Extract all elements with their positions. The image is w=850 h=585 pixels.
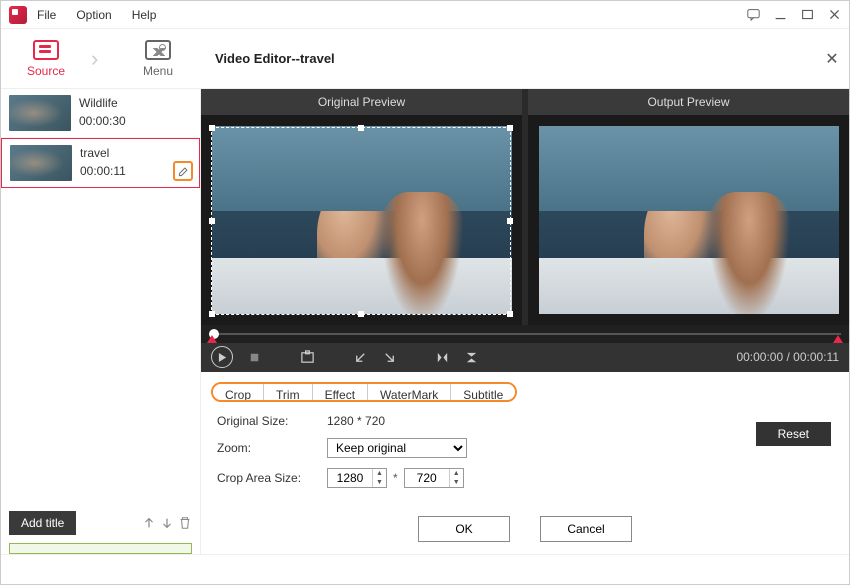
- flip-vertical-icon[interactable]: [464, 350, 479, 365]
- stop-button[interactable]: [247, 350, 262, 365]
- delete-icon[interactable]: [178, 516, 192, 530]
- video-editor: Original Preview O: [201, 89, 849, 554]
- clip-duration: 00:00:30: [79, 114, 126, 130]
- dialog-buttons: OK Cancel: [201, 510, 849, 554]
- out-marker-icon[interactable]: [833, 335, 843, 343]
- stepper-down-icon[interactable]: ▼: [373, 478, 386, 487]
- app-menu: File Option Help: [37, 8, 156, 22]
- maximize-icon[interactable]: [801, 8, 814, 21]
- tab-menu-label: Menu: [143, 64, 173, 78]
- tab-trim[interactable]: Trim: [264, 384, 313, 400]
- reset-button[interactable]: Reset: [756, 422, 831, 446]
- stepper-up-icon[interactable]: ▲: [373, 469, 386, 478]
- original-size-value: 1280 * 720: [327, 414, 385, 428]
- play-button[interactable]: [211, 346, 233, 368]
- time-current: 00:00:00: [736, 350, 783, 364]
- preview-output-label: Output Preview: [528, 89, 849, 115]
- clip-thumb-icon: [10, 145, 72, 181]
- edit-clip-button[interactable]: [173, 161, 193, 181]
- time-display: 00:00:00 / 00:00:11: [736, 350, 839, 364]
- move-down-icon[interactable]: [160, 516, 174, 530]
- snapshot-icon[interactable]: [300, 350, 315, 365]
- tab-menu[interactable]: Menu: [113, 29, 203, 88]
- crop-height-stepper[interactable]: ▲▼: [404, 468, 464, 488]
- flip-horizontal-icon[interactable]: [435, 350, 450, 365]
- stepper-up-icon[interactable]: ▲: [450, 469, 463, 478]
- clip-duration: 00:00:11: [80, 164, 126, 180]
- menu-option[interactable]: Option: [76, 8, 111, 22]
- progress-bar: [9, 543, 192, 554]
- pencil-icon: [178, 166, 189, 177]
- time-total: 00:00:11: [793, 350, 839, 364]
- clip-item[interactable]: travel 00:00:11: [1, 138, 200, 188]
- ok-button[interactable]: OK: [418, 516, 510, 542]
- zoom-select[interactable]: Keep original: [327, 438, 467, 458]
- preview-output: Output Preview: [528, 89, 849, 325]
- app-logo-icon: [9, 6, 27, 24]
- sidebar-toolbar: Add title: [1, 507, 200, 539]
- close-icon[interactable]: [828, 8, 841, 21]
- rotate-right-icon[interactable]: [382, 350, 397, 365]
- clip-list: Wildlife 00:00:30 travel 00:00:11: [1, 89, 200, 188]
- preview-row: Original Preview O: [201, 89, 849, 325]
- title-bar: File Option Help: [1, 1, 849, 29]
- preview-output-stage: [528, 115, 849, 325]
- crop-width-input[interactable]: [328, 469, 372, 487]
- move-up-icon[interactable]: [142, 516, 156, 530]
- timeline-track[interactable]: [201, 325, 849, 343]
- preview-original: Original Preview: [201, 89, 522, 325]
- bottom-bar: [1, 554, 849, 584]
- dimension-separator: *: [393, 471, 398, 485]
- sidebar: Wildlife 00:00:30 travel 00:00:11 Add ti…: [1, 89, 201, 554]
- main-area: Wildlife 00:00:30 travel 00:00:11 Add ti…: [1, 89, 849, 554]
- tab-row: Source › Menu Video Editor--travel ✕: [1, 29, 849, 89]
- crop-form: Original Size: 1280 * 720 Zoom: Keep ori…: [201, 402, 849, 510]
- crop-width-stepper[interactable]: ▲▼: [327, 468, 387, 488]
- clip-item[interactable]: Wildlife 00:00:30: [1, 89, 200, 138]
- editor-title: Video Editor--travel: [203, 29, 815, 88]
- dialog-close-icon[interactable]: ✕: [825, 49, 838, 69]
- tab-chevron-icon: ›: [91, 29, 113, 88]
- preview-original-label: Original Preview: [201, 89, 522, 115]
- minimize-icon[interactable]: [774, 8, 787, 21]
- edit-tabs: Crop Trim Effect WaterMark Subtitle: [211, 382, 517, 402]
- cancel-button[interactable]: Cancel: [540, 516, 632, 542]
- zoom-label: Zoom:: [217, 441, 327, 455]
- crop-height-input[interactable]: [405, 469, 449, 487]
- crop-handle-box[interactable]: [211, 127, 511, 315]
- menu-file[interactable]: File: [37, 8, 56, 22]
- tab-source[interactable]: Source: [1, 29, 91, 88]
- tab-subtitle[interactable]: Subtitle: [451, 384, 515, 400]
- tab-watermark[interactable]: WaterMark: [368, 384, 451, 400]
- feedback-icon[interactable]: [747, 8, 760, 21]
- source-icon: [33, 40, 59, 60]
- clip-name: travel: [80, 146, 126, 162]
- tab-source-label: Source: [27, 64, 65, 78]
- preview-image: [539, 126, 839, 314]
- in-marker-icon[interactable]: [207, 335, 217, 343]
- clip-name: Wildlife: [79, 96, 126, 112]
- menu-icon: [145, 40, 171, 60]
- tab-crop[interactable]: Crop: [213, 384, 264, 400]
- original-size-label: Original Size:: [217, 414, 327, 428]
- tab-effect[interactable]: Effect: [313, 384, 368, 400]
- window-controls: [747, 8, 841, 21]
- add-title-button[interactable]: Add title: [9, 511, 76, 535]
- player-controls: 00:00:00 / 00:00:11: [201, 343, 849, 372]
- clip-thumb-icon: [9, 95, 71, 131]
- menu-help[interactable]: Help: [132, 8, 157, 22]
- stepper-down-icon[interactable]: ▼: [450, 478, 463, 487]
- rotate-left-icon[interactable]: [353, 350, 368, 365]
- crop-area-label: Crop Area Size:: [217, 471, 327, 485]
- preview-original-stage[interactable]: [201, 115, 522, 325]
